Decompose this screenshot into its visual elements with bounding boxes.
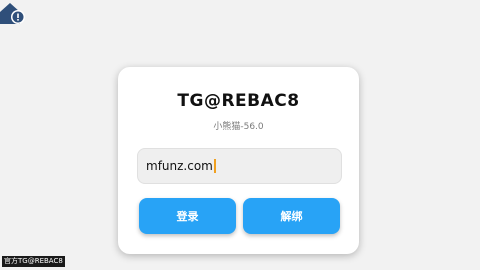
version-subtitle: 小熊猫-56.0 bbox=[213, 122, 264, 132]
code-input[interactable]: mfunz.com bbox=[137, 148, 342, 184]
watermark-label: 官方TG@REBAC8 bbox=[2, 256, 65, 267]
code-input-value: mfunz.com bbox=[146, 159, 213, 173]
page-title: TG@REBAC8 bbox=[177, 91, 300, 111]
login-card: TG@REBAC8 小熊猫-56.0 mfunz.com 登录 解绑 bbox=[118, 67, 359, 254]
login-button[interactable]: 登录 bbox=[139, 198, 236, 234]
text-caret bbox=[213, 159, 216, 173]
unbind-button[interactable]: 解绑 bbox=[243, 198, 340, 234]
house-alert-icon bbox=[0, 0, 26, 26]
